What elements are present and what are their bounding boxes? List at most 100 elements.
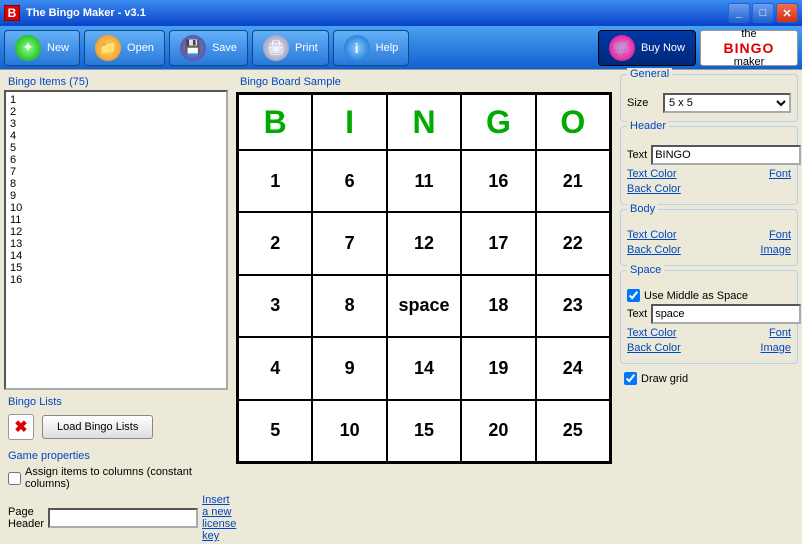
body-text-color-link[interactable]: Text Color	[627, 229, 677, 241]
board-cell: 12	[387, 212, 461, 274]
board-cell: 7	[312, 212, 386, 274]
board-cell: space	[387, 275, 461, 337]
assign-columns-label: Assign items to columns (constant column…	[25, 466, 224, 490]
list-item[interactable]: 12	[8, 226, 224, 238]
body-image-link[interactable]: Image	[760, 244, 791, 256]
board-header: O	[536, 94, 610, 150]
body-back-color-link[interactable]: Back Color	[627, 244, 681, 256]
board-header: G	[461, 94, 535, 150]
list-item[interactable]: 2	[8, 106, 224, 118]
board-cell: 20	[461, 400, 535, 462]
board-header: I	[312, 94, 386, 150]
bingo-board: BINGO161116212712172238space182349141924…	[236, 92, 612, 464]
save-button[interactable]: 💾Save	[169, 30, 248, 66]
list-item[interactable]: 10	[8, 202, 224, 214]
use-middle-label: Use Middle as Space	[644, 290, 748, 302]
general-group: General Size 5 x 5	[620, 74, 798, 122]
list-item[interactable]: 6	[8, 154, 224, 166]
new-icon: ✦	[15, 35, 41, 61]
list-item[interactable]: 14	[8, 250, 224, 262]
page-header-input[interactable]	[48, 508, 198, 528]
board-cell: 18	[461, 275, 535, 337]
board-cell: 25	[536, 400, 610, 462]
board-cell: 4	[238, 337, 312, 399]
space-image-link[interactable]: Image	[760, 342, 791, 354]
space-text-input[interactable]	[651, 304, 801, 324]
print-icon: 🖨	[263, 35, 289, 61]
body-font-link[interactable]: Font	[769, 229, 791, 241]
bingo-items-label: Bingo Items (75)	[4, 74, 228, 90]
list-item[interactable]: 7	[8, 166, 224, 178]
board-cell: 9	[312, 337, 386, 399]
list-item[interactable]: 8	[8, 178, 224, 190]
board-cell: 24	[536, 337, 610, 399]
board-cell: 1	[238, 150, 312, 212]
header-font-link[interactable]: Font	[769, 168, 791, 180]
open-button[interactable]: 📁Open	[84, 30, 165, 66]
help-button[interactable]: iHelp	[333, 30, 410, 66]
save-icon: 💾	[180, 35, 206, 61]
bingo-items-list[interactable]: 12345678910111213141516	[4, 90, 228, 390]
toolbar: ✦New 📁Open 💾Save 🖨Print iHelp 🛒Buy Now t…	[0, 26, 802, 70]
game-properties-label: Game properties	[4, 448, 228, 464]
close-button[interactable]: ✕	[776, 3, 798, 23]
board-cell: 2	[238, 212, 312, 274]
bingo-lists-label: Bingo Lists	[4, 394, 228, 410]
page-header-label: Page Header	[8, 506, 44, 530]
header-back-color-link[interactable]: Back Color	[627, 183, 681, 195]
list-item[interactable]: 3	[8, 118, 224, 130]
load-bingo-lists-button[interactable]: Load Bingo Lists	[42, 415, 153, 439]
board-cell: 15	[387, 400, 461, 462]
buy-now-button[interactable]: 🛒Buy Now	[598, 30, 696, 66]
list-item[interactable]: 9	[8, 190, 224, 202]
header-text-color-link[interactable]: Text Color	[627, 168, 677, 180]
list-item[interactable]: 13	[8, 238, 224, 250]
body-group: Body Text ColorFont Back ColorImage	[620, 209, 798, 266]
board-cell: 19	[461, 337, 535, 399]
space-text-color-link[interactable]: Text Color	[627, 327, 677, 339]
board-cell: 5	[238, 400, 312, 462]
window-title: The Bingo Maker - v3.1	[26, 7, 728, 19]
cart-icon: 🛒	[609, 35, 635, 61]
board-header: N	[387, 94, 461, 150]
board-cell: 16	[461, 150, 535, 212]
list-item[interactable]: 5	[8, 142, 224, 154]
board-cell: 11	[387, 150, 461, 212]
board-header: B	[238, 94, 312, 150]
assign-columns-checkbox[interactable]	[8, 472, 21, 485]
list-item[interactable]: 4	[8, 130, 224, 142]
new-button[interactable]: ✦New	[4, 30, 80, 66]
print-button[interactable]: 🖨Print	[252, 30, 329, 66]
maximize-button[interactable]: □	[752, 3, 774, 23]
space-font-link[interactable]: Font	[769, 327, 791, 339]
folder-icon: 📁	[95, 35, 121, 61]
board-cell: 22	[536, 212, 610, 274]
board-cell: 21	[536, 150, 610, 212]
draw-grid-checkbox[interactable]	[624, 372, 637, 385]
board-cell: 10	[312, 400, 386, 462]
space-group: Space Use Middle as Space Text Text Colo…	[620, 270, 798, 364]
space-back-color-link[interactable]: Back Color	[627, 342, 681, 354]
header-text-label: Text	[627, 149, 647, 161]
list-item[interactable]: 1	[8, 94, 224, 106]
header-text-input[interactable]	[651, 145, 801, 165]
help-icon: i	[344, 35, 370, 61]
header-group: Header Text Text ColorFont Back Color	[620, 126, 798, 205]
delete-list-button[interactable]: ✖	[8, 414, 34, 440]
board-cell: 6	[312, 150, 386, 212]
bingo-logo: theBINGOmaker	[700, 30, 798, 66]
board-cell: 23	[536, 275, 610, 337]
board-sample-label: Bingo Board Sample	[236, 74, 612, 90]
space-text-label: Text	[627, 308, 647, 320]
board-cell: 8	[312, 275, 386, 337]
size-label: Size	[627, 97, 659, 109]
use-middle-checkbox[interactable]	[627, 289, 640, 302]
size-select[interactable]: 5 x 5	[663, 93, 791, 113]
minimize-button[interactable]: _	[728, 3, 750, 23]
board-cell: 17	[461, 212, 535, 274]
list-item[interactable]: 16	[8, 274, 224, 286]
list-item[interactable]: 11	[8, 214, 224, 226]
board-cell: 3	[238, 275, 312, 337]
list-item[interactable]: 15	[8, 262, 224, 274]
app-icon: B	[4, 5, 20, 21]
